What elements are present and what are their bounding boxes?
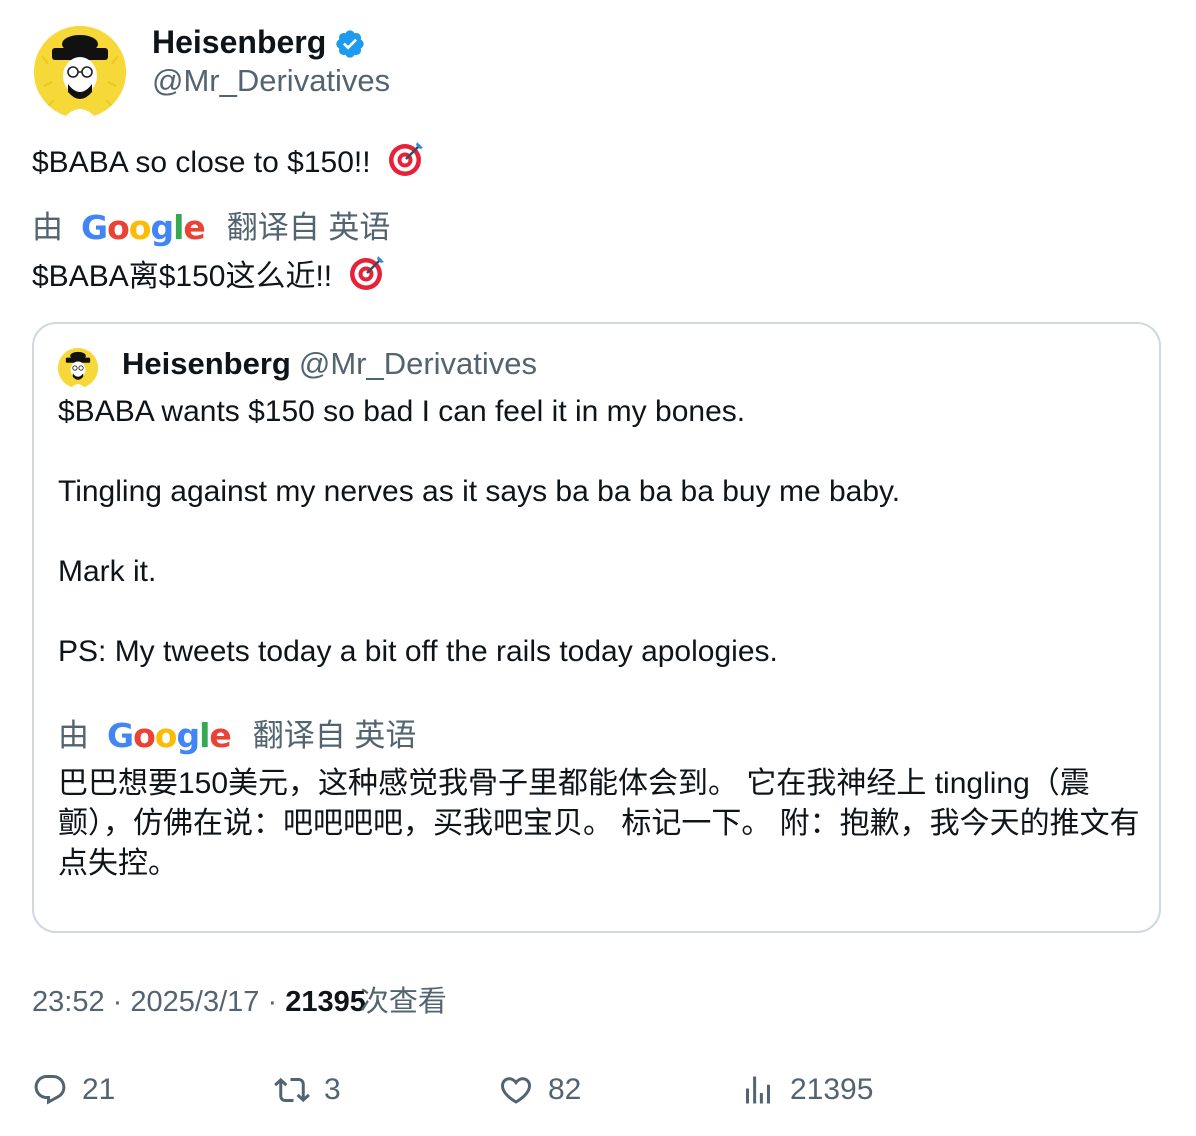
heisenberg-avatar-icon [58,348,98,388]
quoted-tweet-text: $BABA wants $150 so bad I can feel it in… [58,392,1138,672]
retweet-count: 3 [324,1073,341,1106]
quoted-paragraph: Tingling against my nerves as it says ba… [58,475,901,508]
author-avatar[interactable] [34,26,126,118]
quoted-translated-text: 巴巴想要150美元，这种感觉我骨子里都能体会到。 它在我神经上 tingling… [58,767,1140,880]
translation-attribution: 由 Google 翻译自 英语 [32,208,390,248]
quoted-author-name: Heisenberg [122,346,291,381]
translation-from-label: 翻译自 英语 [226,210,391,245]
meta-separator: · [112,986,123,1018]
translated-text-content: $BABA离$150这么近!! [32,260,341,293]
reply-button[interactable]: 21 [32,1068,115,1112]
tweet-text: $BABA so close to $150!! [32,140,425,184]
retweet-button[interactable]: 3 [274,1068,341,1112]
reply-count: 21 [82,1073,116,1106]
google-logo[interactable]: Google [81,208,206,248]
quoted-author-handle: @Mr_Derivatives [298,346,538,381]
tweet-date[interactable]: 2025/3/17 [130,986,259,1018]
reply-icon [34,1075,66,1105]
like-count: 82 [548,1073,582,1106]
direct-hit-target-icon [348,254,386,292]
translation-from-label: 翻译自 英语 [252,718,417,753]
views-label: 次查看 [359,986,447,1018]
views-action-count: 21395 [790,1073,874,1106]
quoted-paragraph: Mark it. [58,555,157,588]
tweet-meta: 23:52 · 2025/3/17 · 21395次查看 [32,982,447,1022]
tweet-text-content: $BABA so close to $150!! [32,146,379,179]
quoted-author[interactable]: Heisenberg @Mr_Derivatives [122,344,537,384]
tweet-time[interactable]: 23:52 [32,986,105,1018]
views-count: 21395 [285,986,366,1018]
retweet-icon [274,1077,310,1103]
views-button[interactable]: 21395 [740,1068,873,1112]
quoted-translation-attribution: 由 Google 翻译自 英语 [58,716,416,756]
author-handle[interactable]: @Mr_Derivatives [152,62,390,100]
direct-hit-target-icon [387,140,425,178]
quoted-author-avatar[interactable] [58,348,98,388]
translation-by-label: 由 [58,718,89,753]
author-name[interactable]: Heisenberg [152,22,326,62]
translation-by-label: 由 [32,210,63,245]
quoted-paragraph: $BABA wants $150 so bad I can feel it in… [58,395,746,428]
quoted-paragraph: PS: My tweets today a bit off the rails … [58,635,778,668]
like-button[interactable]: 82 [498,1068,581,1112]
google-logo[interactable]: Google [107,716,232,756]
meta-separator: · [267,986,278,1018]
analytics-bar-chart-icon [746,1076,770,1104]
translated-text: $BABA离$150这么近!! [32,254,386,298]
heisenberg-avatar-icon [34,26,126,118]
heart-icon [500,1077,532,1104]
verified-badge-icon [334,28,366,60]
